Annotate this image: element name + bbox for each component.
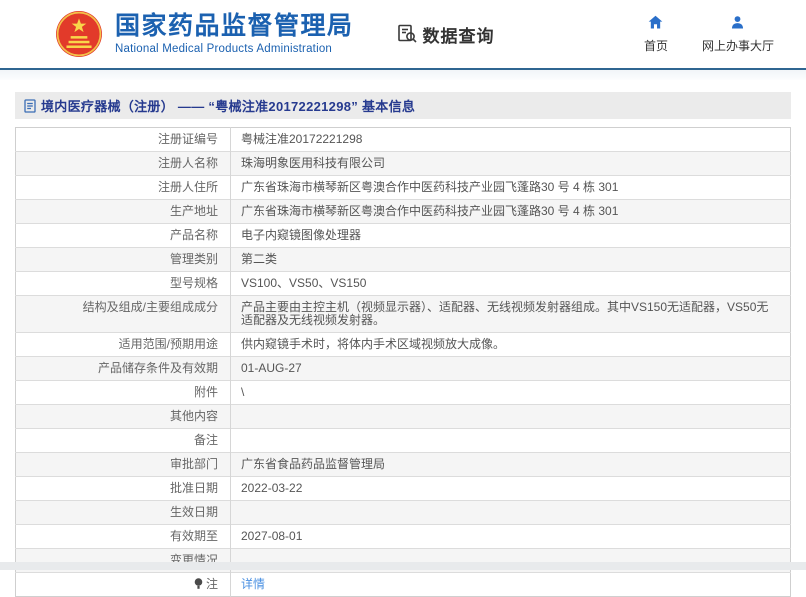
- brand-text: 国家药品监督管理局 National Medical Products Admi…: [115, 11, 354, 56]
- row-label: 结构及组成/主要组成成分: [15, 295, 231, 333]
- row-label: 附件: [15, 380, 231, 405]
- info-table: 注册证编号 粤械注准20172221298 注册人名称 珠海明象医用科技有限公司…: [15, 127, 791, 597]
- note-bulb-icon: [194, 578, 203, 589]
- table-row: 注 详情: [15, 572, 791, 597]
- header-hatch-band: [0, 70, 806, 80]
- row-label-text: 适用范围/预期用途: [118, 337, 218, 351]
- nav-item-home[interactable]: 首页: [644, 14, 668, 54]
- nav-item-label: 首页: [643, 39, 668, 53]
- row-label-text: 结构及组成/主要组成成分: [82, 300, 218, 314]
- table-row: 有效期至 2027-08-01: [15, 524, 791, 549]
- table-row: 批准日期 2022-03-22: [15, 476, 791, 501]
- table-row: 生效日期: [15, 500, 791, 525]
- main-content: 境内医疗器械（注册） —— “粤械注准20172221298” 基本信息 注册证…: [0, 80, 806, 597]
- row-label-text: 批准日期: [169, 481, 218, 495]
- row-value: 广东省珠海市横琴新区粤澳合作中医药科技产业园飞蓬路30 号 4 栋 301: [230, 199, 791, 224]
- row-label-text: 其他内容: [169, 409, 218, 423]
- page-title: 境内医疗器械（注册） —— “粤械注准20172221298” 基本信息: [41, 99, 416, 114]
- breadcrumb-title-bar: 境内医疗器械（注册） —— “粤械注准20172221298” 基本信息: [15, 92, 791, 119]
- china-national-emblem-icon: [56, 11, 102, 57]
- row-label-text: 注: [205, 577, 218, 591]
- row-label-text: 产品名称: [169, 228, 218, 242]
- nav-item-service-hall[interactable]: 网上办事大厅: [702, 14, 774, 54]
- row-value: 第二类: [230, 247, 791, 272]
- row-value: 粤械注准20172221298: [241, 132, 363, 146]
- row-value: [230, 404, 791, 429]
- row-label: 有效期至: [15, 524, 231, 549]
- row-value: 广东省食品药品监督管理局: [230, 452, 791, 477]
- row-value: [230, 500, 791, 525]
- nav-item-label: 网上办事大厅: [701, 39, 774, 53]
- table-row: 型号规格 VS100、VS50、VS150: [15, 271, 791, 296]
- row-label-text: 注册证编号: [157, 132, 218, 146]
- table-row: 生产地址 广东省珠海市横琴新区粤澳合作中医药科技产业园飞蓬路30 号 4 栋 3…: [15, 199, 791, 224]
- row-label-text: 备注: [193, 433, 218, 447]
- row-value: 2027-08-01: [230, 524, 791, 549]
- info-table-body: 注册证编号 粤械注准20172221298 注册人名称 珠海明象医用科技有限公司…: [15, 127, 791, 597]
- table-row: 适用范围/预期用途 供内窥镜手术时，将体内手术区域视频放大成像。: [15, 332, 791, 357]
- row-value: 2022-03-22: [230, 476, 791, 501]
- site-subtitle: National Medical Products Administration: [115, 43, 333, 56]
- data-query-label: 数据查询: [422, 26, 495, 46]
- row-label: 注: [15, 572, 231, 597]
- row-value: 详情: [230, 572, 791, 597]
- row-label: 审批部门: [15, 452, 231, 477]
- person-icon: [732, 16, 744, 29]
- table-row: 审批部门 广东省食品药品监督管理局: [15, 452, 791, 477]
- table-row: 产品名称 电子内窥镜图像处理器: [15, 223, 791, 248]
- row-label: 其他内容: [15, 404, 231, 429]
- row-label: 批准日期: [15, 476, 231, 501]
- row-value: 01-AUG-27: [230, 356, 791, 381]
- row-value: \: [230, 380, 791, 405]
- document-search-icon: [397, 24, 417, 43]
- row-label: 产品名称: [15, 223, 231, 248]
- site-header: 国家药品监督管理局 National Medical Products Admi…: [0, 0, 806, 68]
- site-title: 国家药品监督管理局: [115, 11, 354, 40]
- row-label: 注册证编号: [15, 127, 231, 152]
- table-row: 备注: [15, 428, 791, 453]
- row-label-text: 型号规格: [169, 276, 218, 290]
- table-row: 附件 \: [15, 380, 791, 405]
- row-label-text: 生效日期: [169, 505, 218, 519]
- row-label-text: 管理类别: [169, 252, 218, 266]
- row-label-text: 生产地址: [169, 204, 218, 218]
- table-row: 注册人住所 广东省珠海市横琴新区粤澳合作中医药科技产业园飞蓬路30 号 4 栋 …: [15, 175, 791, 200]
- row-value: [230, 428, 791, 453]
- row-label: 管理类别: [15, 247, 231, 272]
- table-row: 注册证编号 粤械注准20172221298: [15, 127, 791, 152]
- row-label: 型号规格: [15, 271, 231, 296]
- row-label: 注册人名称: [15, 151, 231, 176]
- table-row: 管理类别 第二类: [15, 247, 791, 272]
- row-label-text: 审批部门: [169, 457, 218, 471]
- row-value: 广东省珠海市横琴新区粤澳合作中医药科技产业园飞蓬路30 号 4 栋 301: [230, 175, 791, 200]
- row-label: 生效日期: [15, 500, 231, 525]
- document-icon: [24, 98, 36, 113]
- data-query-tab[interactable]: 数据查询: [396, 22, 495, 47]
- row-value: VS100、VS50、VS150: [230, 271, 791, 296]
- row-label-text: 产品储存条件及有效期: [97, 361, 218, 375]
- table-row: 其他内容: [15, 404, 791, 429]
- row-value: 产品主要由主控主机（视频显示器）、适配器、无线视频发射器组成。其中VS150无适…: [230, 295, 791, 333]
- row-label-text: 注册人住所: [157, 180, 218, 194]
- home-icon: [649, 15, 663, 29]
- row-value: 供内窥镜手术时，将体内手术区域视频放大成像。: [230, 332, 791, 357]
- table-row: 产品储存条件及有效期 01-AUG-27: [15, 356, 791, 381]
- row-label: 产品储存条件及有效期: [15, 356, 231, 381]
- detail-link[interactable]: 详情: [241, 577, 265, 591]
- row-label: 注册人住所: [15, 175, 231, 200]
- table-row: 注册人名称 珠海明象医用科技有限公司: [15, 151, 791, 176]
- row-label: 生产地址: [15, 199, 231, 224]
- top-nav: 首页 网上办事大厅: [644, 14, 774, 54]
- row-label-text: 附件: [193, 385, 218, 399]
- row-label: 适用范围/预期用途: [15, 332, 231, 357]
- table-row: 结构及组成/主要组成成分 产品主要由主控主机（视频显示器）、适配器、无线视频发射…: [15, 295, 791, 333]
- row-value: 电子内窥镜图像处理器: [230, 223, 791, 248]
- footer-band: [0, 562, 806, 570]
- row-label-text: 有效期至: [169, 529, 218, 543]
- row-label: 备注: [15, 428, 231, 453]
- row-value: 珠海明象医用科技有限公司: [230, 151, 791, 176]
- row-label-text: 注册人名称: [157, 156, 218, 170]
